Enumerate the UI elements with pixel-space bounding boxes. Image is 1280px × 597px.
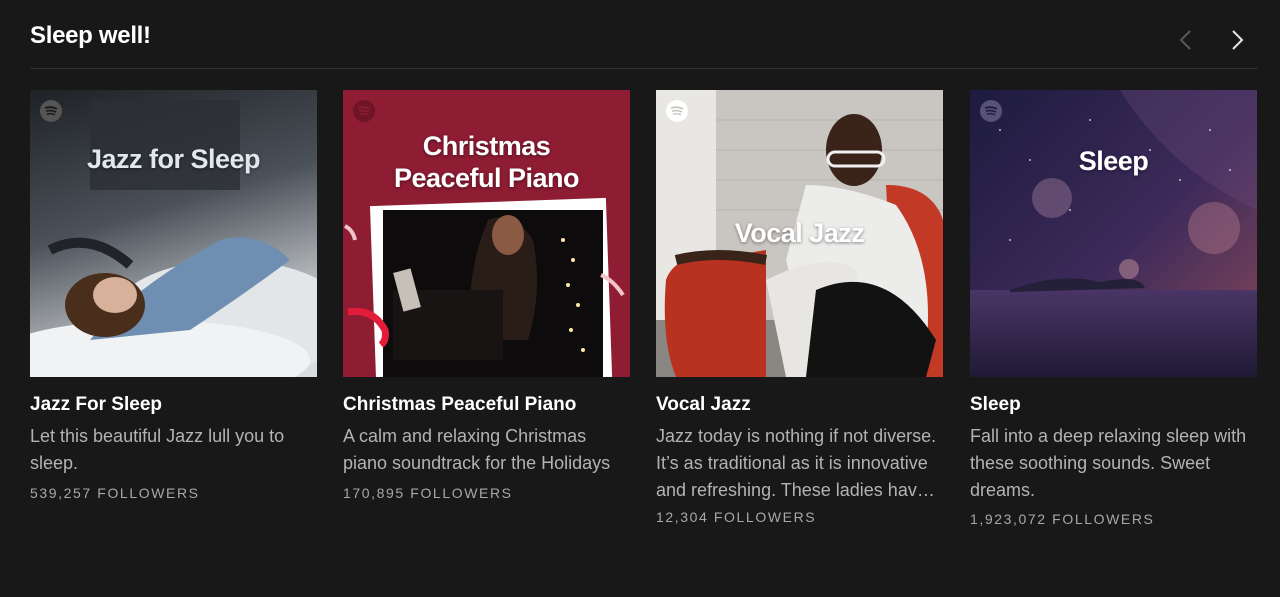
- playlist-description: A calm and relaxing Christmas piano soun…: [343, 426, 611, 473]
- spotify-logo-icon: [980, 100, 1002, 122]
- playlist-followers: 12,304 FOLLOWERS: [656, 509, 817, 525]
- playlist-cover[interactable]: Jazz for Sleep: [30, 90, 317, 377]
- playlist-title[interactable]: Vocal Jazz: [656, 394, 751, 416]
- playlist-card-sleep[interactable]: Sleep Sleep Fall into a deep relaxing sl…: [970, 90, 1257, 527]
- playlist-title[interactable]: Christmas Peaceful Piano: [343, 394, 576, 416]
- cover-art-image: [970, 90, 1257, 377]
- shelf-header: Sleep well!: [30, 20, 1258, 69]
- cover-title-text: Vocal Jazz: [734, 218, 865, 248]
- playlist-cover[interactable]: Vocal Jazz: [656, 90, 943, 377]
- playlist-description: Fall into a deep relaxing sleep with the…: [970, 426, 1247, 500]
- spotify-logo-icon: [666, 100, 688, 122]
- playlist-card-christmas-peaceful-piano[interactable]: Christmas Peaceful Piano Christmas Peace…: [343, 90, 630, 501]
- playlist-cards: Jazz for Sleep Jazz For Sleep Let this b…: [30, 90, 1258, 550]
- playlist-followers: 1,923,072 FOLLOWERS: [970, 511, 1155, 527]
- playlist-description: Let this beautiful Jazz lull you to slee…: [30, 426, 285, 473]
- playlist-card-vocal-jazz[interactable]: Vocal Jazz Vocal Jazz Jazz today is noth…: [656, 90, 943, 525]
- playlist-title[interactable]: Jazz For Sleep: [30, 394, 162, 416]
- cover-title-text: Christmas Peaceful Piano: [343, 130, 630, 194]
- cover-title-text: Jazz for Sleep: [86, 144, 261, 174]
- playlist-followers: 539,257 FOLLOWERS: [30, 485, 200, 501]
- spotify-logo-icon: [40, 100, 62, 122]
- cover-title-line-1: Christmas: [422, 131, 551, 161]
- playlist-description: Jazz today is nothing if not diverse. It…: [656, 426, 937, 500]
- chevron-right-icon: [1232, 30, 1244, 50]
- chevron-left-icon: [1179, 30, 1191, 50]
- spotify-logo-icon: [353, 100, 375, 122]
- playlist-cover[interactable]: Sleep: [970, 90, 1257, 377]
- playlist-title[interactable]: Sleep: [970, 394, 1021, 416]
- playlist-followers: 170,895 FOLLOWERS: [343, 485, 513, 501]
- carousel-prev-button[interactable]: [1172, 26, 1200, 54]
- playlist-card-jazz-for-sleep[interactable]: Jazz for Sleep Jazz For Sleep Let this b…: [30, 90, 317, 501]
- cover-title-line-2: Peaceful Piano: [393, 163, 580, 193]
- carousel-next-button[interactable]: [1223, 26, 1251, 54]
- sleep-well-shelf: Sleep well! Jazz for Sleep Jazz For Slee…: [0, 0, 1280, 597]
- shelf-title: Sleep well!: [30, 22, 151, 49]
- cover-title-text: Sleep: [1078, 146, 1149, 176]
- playlist-cover[interactable]: Christmas Peaceful Piano: [343, 90, 630, 377]
- cover-art-image: [30, 90, 317, 377]
